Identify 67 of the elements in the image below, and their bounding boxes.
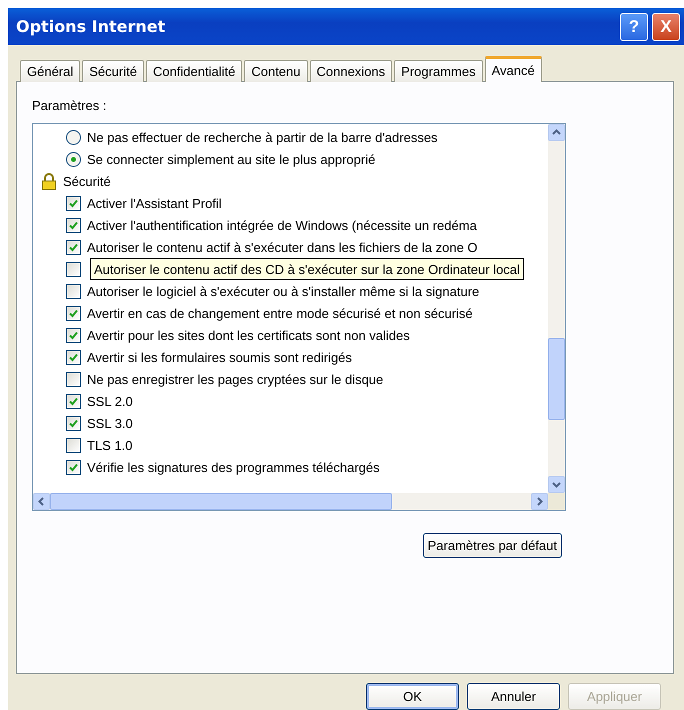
check-icon	[69, 220, 78, 230]
option-label: SSL 3.0	[87, 416, 133, 430]
chevron-left-icon	[37, 497, 46, 506]
checkbox[interactable]	[66, 262, 81, 276]
scroll-left-button[interactable]	[33, 493, 50, 510]
option-label: Ne pas effectuer de recherche à partir de la barre d'adresses	[87, 130, 438, 144]
scroll-up-button[interactable]	[548, 124, 565, 141]
scrollbar-thumb[interactable]	[50, 493, 392, 510]
checkbox[interactable]	[66, 196, 81, 210]
option-label: Avertir si les formulaires soumis sont redirigés	[87, 350, 352, 364]
close-button[interactable]: X	[652, 12, 680, 40]
scrollbar-thumb[interactable]	[548, 338, 565, 420]
option-label: Activer l'Assistant Profil	[87, 196, 222, 210]
window-title: Options Internet	[16, 17, 166, 36]
scroll-right-button[interactable]	[531, 493, 548, 510]
settings-label: Paramètres :	[32, 98, 106, 113]
checkbox[interactable]	[66, 350, 81, 364]
chevron-down-icon	[552, 480, 561, 489]
checkbox[interactable]	[66, 394, 81, 408]
tab[interactable]: Contenu	[244, 60, 308, 82]
option-label: TLS 1.0	[87, 438, 133, 452]
checkbox[interactable]	[66, 438, 81, 452]
chevron-right-icon	[535, 497, 544, 506]
tab[interactable]: Général	[20, 60, 80, 82]
checkbox[interactable]	[66, 416, 81, 430]
check-icon	[69, 330, 78, 340]
tab[interactable]: Avancé	[484, 56, 542, 82]
checkbox[interactable]	[66, 372, 81, 386]
scrollbar-corner	[548, 493, 565, 510]
option-label: Autoriser le contenu actif à s'exécuter dans les fichiers de la zone O	[87, 240, 478, 254]
tab[interactable]: Connexions	[310, 60, 392, 82]
check-icon	[69, 352, 78, 362]
option-label: Vérifie les signatures des programmes téléchargés	[87, 460, 380, 474]
checkbox[interactable]	[66, 460, 81, 474]
dialog-button[interactable]: Annuler	[467, 683, 560, 710]
option-label: Autoriser le logiciel à s'exécuter ou à s'installer même si la signature	[87, 284, 480, 298]
checkbox[interactable]	[66, 306, 81, 320]
option-label: Se connecter simplement au site le plus approprié	[87, 152, 376, 166]
tooltip: Autoriser le contenu actif des CD à s'exécuter sur la zone Ordinateur local	[90, 258, 524, 280]
check-icon	[69, 462, 78, 472]
restore-defaults-button[interactable]: Paramètres par défaut	[422, 533, 562, 558]
checkbox[interactable]	[66, 240, 81, 254]
vertical-scrollbar[interactable]	[548, 124, 565, 493]
option-label: SSL 2.0	[87, 394, 133, 408]
option-label: Ne pas enregistrer les pages cryptées sur le disque	[87, 372, 384, 386]
check-icon	[69, 418, 78, 428]
group-heading: Sécurité	[63, 174, 111, 188]
scroll-down-button[interactable]	[548, 476, 565, 493]
checkbox[interactable]	[66, 218, 81, 232]
option-label: Avertir en cas de changement entre mode sécurisé et non sécurisé	[87, 306, 473, 320]
check-icon	[69, 198, 78, 208]
radio-button[interactable]	[66, 152, 81, 166]
tab[interactable]: Confidentialité	[146, 60, 242, 82]
radio-button[interactable]	[66, 130, 81, 144]
lock-icon	[41, 172, 57, 190]
check-icon	[69, 242, 78, 252]
tab[interactable]: Programmes	[394, 60, 483, 82]
checkbox[interactable]	[66, 328, 81, 342]
chevron-up-icon	[552, 128, 561, 137]
dialog-button[interactable]: OK	[366, 683, 459, 710]
option-label: Avertir pour les sites dont les certificats sont non valides	[87, 328, 410, 342]
check-icon	[69, 308, 78, 318]
horizontal-scrollbar[interactable]	[33, 493, 548, 510]
check-icon	[69, 396, 78, 406]
checkbox[interactable]	[66, 284, 81, 298]
option-label: Activer l'authentification intégrée de Windows (nécessite un redéma	[87, 218, 477, 232]
tab[interactable]: Sécurité	[82, 60, 144, 82]
